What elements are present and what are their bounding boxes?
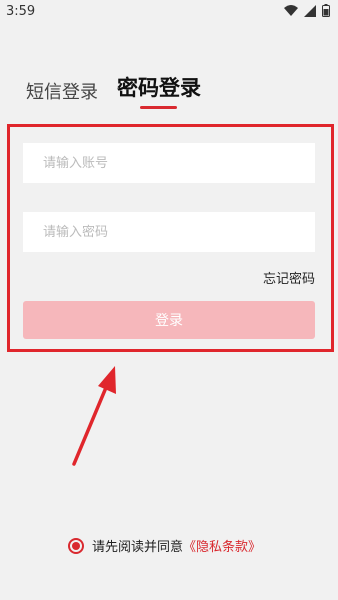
password-input[interactable]: [41, 223, 297, 241]
status-icons: [284, 4, 330, 17]
login-button[interactable]: 登录: [23, 301, 315, 339]
tab-sms-login[interactable]: 短信登录: [26, 78, 98, 104]
forgot-password-link[interactable]: 忘记密码: [263, 268, 315, 287]
privacy-policy-link[interactable]: 《隐私条款》: [183, 536, 261, 555]
agreement-row: 请先阅读并同意 《隐私条款》: [68, 536, 261, 555]
account-input[interactable]: [41, 154, 297, 172]
account-field[interactable]: [23, 143, 315, 183]
status-time: 3:59: [6, 4, 36, 19]
status-bar: 3:59: [0, 0, 338, 26]
tab-password-login[interactable]: 密码登录: [117, 72, 201, 102]
password-field[interactable]: [23, 212, 315, 252]
wifi-icon: [284, 5, 298, 16]
agreement-text: 请先阅读并同意: [92, 540, 184, 555]
signal-icon: [304, 4, 316, 17]
battery-icon: [322, 4, 330, 17]
radio-checked-dot: [72, 541, 80, 550]
active-tab-indicator: [140, 106, 177, 109]
login-button-label: 登录: [155, 313, 183, 329]
agreement-radio[interactable]: [68, 537, 84, 554]
annotation-arrow-icon: [72, 366, 116, 466]
